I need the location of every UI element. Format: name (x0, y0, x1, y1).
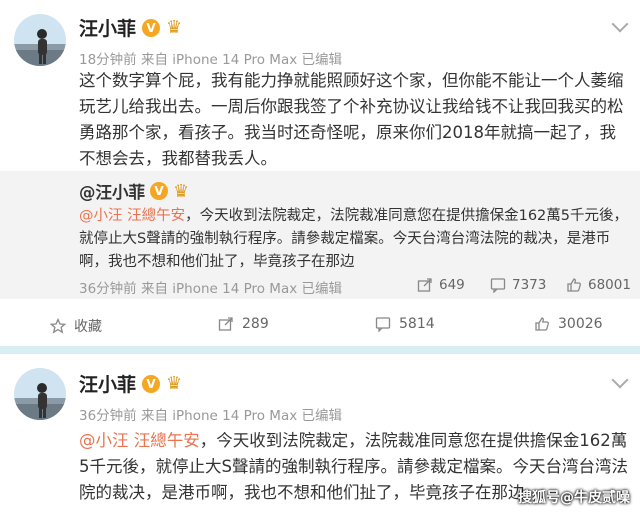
repost-comment-count: 7373 (512, 277, 547, 293)
author-name[interactable]: 汪小菲 (79, 370, 136, 397)
author-row: 汪小菲 V ♛ (79, 14, 182, 41)
favorite-label: 收藏 (74, 319, 102, 335)
repost-like-count: 68001 (588, 277, 631, 293)
crown-icon: ♛ (173, 180, 190, 202)
chevron-down-icon[interactable] (611, 15, 629, 33)
like-button[interactable]: 30026 (534, 316, 603, 332)
avatar[interactable] (14, 368, 66, 420)
star-icon (50, 318, 66, 334)
repost-author-row: @汪小菲 V ♛ (79, 179, 189, 203)
chevron-down-icon[interactable] (611, 371, 629, 389)
repost-like-stat[interactable]: 68001 (566, 277, 631, 293)
mention-link[interactable]: @小汪 汪總午安 (79, 431, 200, 450)
repost-meta: 36分钟前 来自 iPhone 14 Pro Max 已编辑 (79, 281, 342, 297)
repost-share-stat[interactable]: 649 (417, 277, 465, 293)
repost-author-name[interactable]: @汪小菲 (79, 179, 145, 203)
avatar[interactable] (14, 14, 66, 66)
share-icon (417, 278, 432, 292)
weibo-post-1: 汪小菲 V ♛ 18分钟前 来自 iPhone 14 Pro Max 已编辑 这… (0, 0, 640, 346)
mention-link[interactable]: @小汪 汪總午安 (79, 208, 185, 224)
comment-count: 5814 (399, 316, 435, 332)
post-meta: 36分钟前 来自 iPhone 14 Pro Max 已编辑 (79, 408, 342, 424)
repost-block[interactable]: @汪小菲 V ♛ @小汪 汪總午安，今天收到法院裁定，法院裁准同意您在提供擔保金… (0, 171, 640, 299)
verified-badge-icon: V (142, 374, 161, 393)
favorite-button[interactable]: 收藏 (50, 316, 102, 336)
thumbs-up-icon (535, 317, 549, 331)
repost-share-count: 649 (439, 277, 465, 293)
repost-comment-stat[interactable]: 7373 (490, 277, 546, 293)
crown-icon: ♛ (166, 373, 183, 394)
action-bar: 收藏 289 5814 30026 (0, 308, 640, 344)
thumbs-up-icon (567, 278, 581, 292)
comment-icon (490, 278, 506, 293)
like-count: 30026 (558, 316, 603, 332)
post-text: 这个数字算个屁，我有能力挣就能照顾好这个家，但你能不能让一个人萎缩玩艺儿给我出去… (79, 71, 624, 168)
share-icon (218, 317, 233, 331)
comment-icon (375, 317, 391, 332)
crown-icon: ♛ (166, 17, 183, 38)
weibo-post-2: 汪小菲 V ♛ 36分钟前 来自 iPhone 14 Pro Max 已编辑 @… (0, 354, 640, 513)
verified-badge-icon: V (150, 182, 168, 200)
author-row: 汪小菲 V ♛ (79, 370, 182, 397)
repost-text: @小汪 汪總午安，今天收到法院裁定，法院裁准同意您在提供擔保金162萬5千元後，… (79, 205, 631, 274)
share-count: 289 (242, 316, 269, 332)
comment-button[interactable]: 5814 (375, 316, 435, 332)
post-meta: 18分钟前 来自 iPhone 14 Pro Max 已编辑 (79, 52, 342, 68)
watermark: 搜狐号@牛皮贰噪 (518, 490, 630, 506)
post-separator (0, 346, 640, 354)
share-button[interactable]: 289 (218, 316, 269, 332)
verified-badge-icon: V (142, 18, 161, 37)
author-name[interactable]: 汪小菲 (79, 14, 136, 41)
